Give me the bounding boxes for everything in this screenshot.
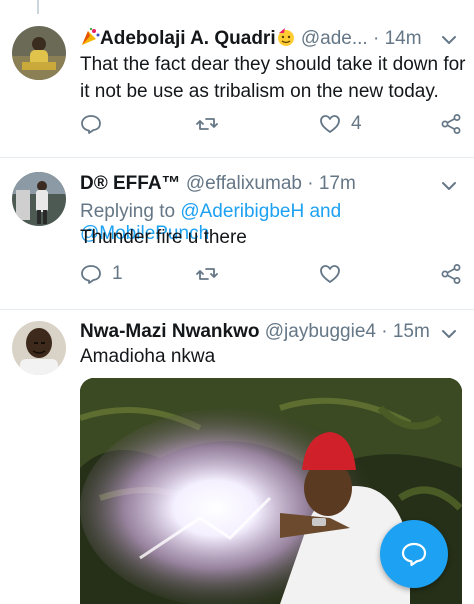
like-icon: [320, 115, 340, 133]
avatar[interactable]: [12, 172, 66, 226]
tweet-text: Amadioha nkwa: [80, 346, 216, 367]
like-button[interactable]: [319, 261, 351, 287]
compose-reply-icon: [401, 542, 427, 567]
display-name[interactable]: Adebolaji A. Quadri: [100, 28, 276, 49]
replying-prefix: Replying to: [80, 201, 176, 222]
tweet-text: Thunder fire u there: [80, 227, 247, 248]
chevron-down-icon[interactable]: [438, 323, 460, 345]
retweet-icon: [196, 268, 218, 280]
display-name[interactable]: Nwa-Mazi Nwankwo: [80, 321, 259, 342]
reply-icon: [81, 115, 101, 134]
reply-icon: [81, 265, 101, 284]
replying-and: and: [309, 201, 342, 222]
chevron-down-icon[interactable]: [438, 29, 460, 51]
handle[interactable]: @ade...: [301, 28, 368, 49]
tweet-actions: 4: [80, 111, 462, 137]
like-icon: [320, 265, 340, 283]
avatar[interactable]: [12, 321, 66, 375]
retweet-button[interactable]: [196, 111, 218, 137]
share-button[interactable]: [440, 111, 462, 137]
timestamp[interactable]: 14m: [385, 28, 422, 49]
tweet-1[interactable]: Adebolaji A. Quadri @ade... · 14m That t…: [0, 0, 474, 158]
share-icon: [441, 114, 461, 134]
chevron-down-icon[interactable]: [438, 175, 460, 197]
separator-dot: ·: [372, 28, 380, 49]
reply-count: 1: [112, 263, 123, 284]
share-icon: [441, 264, 461, 284]
retweet-button[interactable]: [196, 261, 218, 287]
tweet-2[interactable]: D® EFFA™ @effalixumab · 17m Replying to …: [0, 158, 474, 310]
reply-button[interactable]: [80, 111, 112, 137]
display-name[interactable]: D® EFFA™: [80, 173, 181, 194]
like-button[interactable]: 4: [319, 111, 362, 137]
reply-button[interactable]: 1: [80, 261, 123, 287]
separator-dot: ·: [381, 321, 388, 342]
party-emoji-icon: [80, 27, 100, 47]
share-button[interactable]: [440, 261, 462, 287]
like-count: 4: [351, 113, 362, 134]
separator-dot: ·: [307, 173, 314, 194]
party-emoji-icon: [276, 27, 296, 47]
mention-link[interactable]: @AderibigbeH: [180, 201, 304, 222]
timestamp[interactable]: 15m: [393, 321, 430, 342]
compose-reply-button[interactable]: [380, 520, 448, 588]
handle[interactable]: @jaybuggie4: [265, 321, 376, 342]
tweet-header: D® EFFA™ @effalixumab · 17m: [80, 173, 466, 199]
avatar[interactable]: [12, 26, 66, 80]
tweet-header: Adebolaji A. Quadri @ade... · 14m: [80, 27, 466, 53]
tweet-text: That the fact dear they should take it d…: [80, 54, 466, 102]
timestamp[interactable]: 17m: [319, 173, 356, 194]
tweet-actions: 1: [80, 261, 462, 287]
retweet-icon: [196, 118, 218, 130]
handle[interactable]: @effalixumab: [186, 173, 302, 194]
